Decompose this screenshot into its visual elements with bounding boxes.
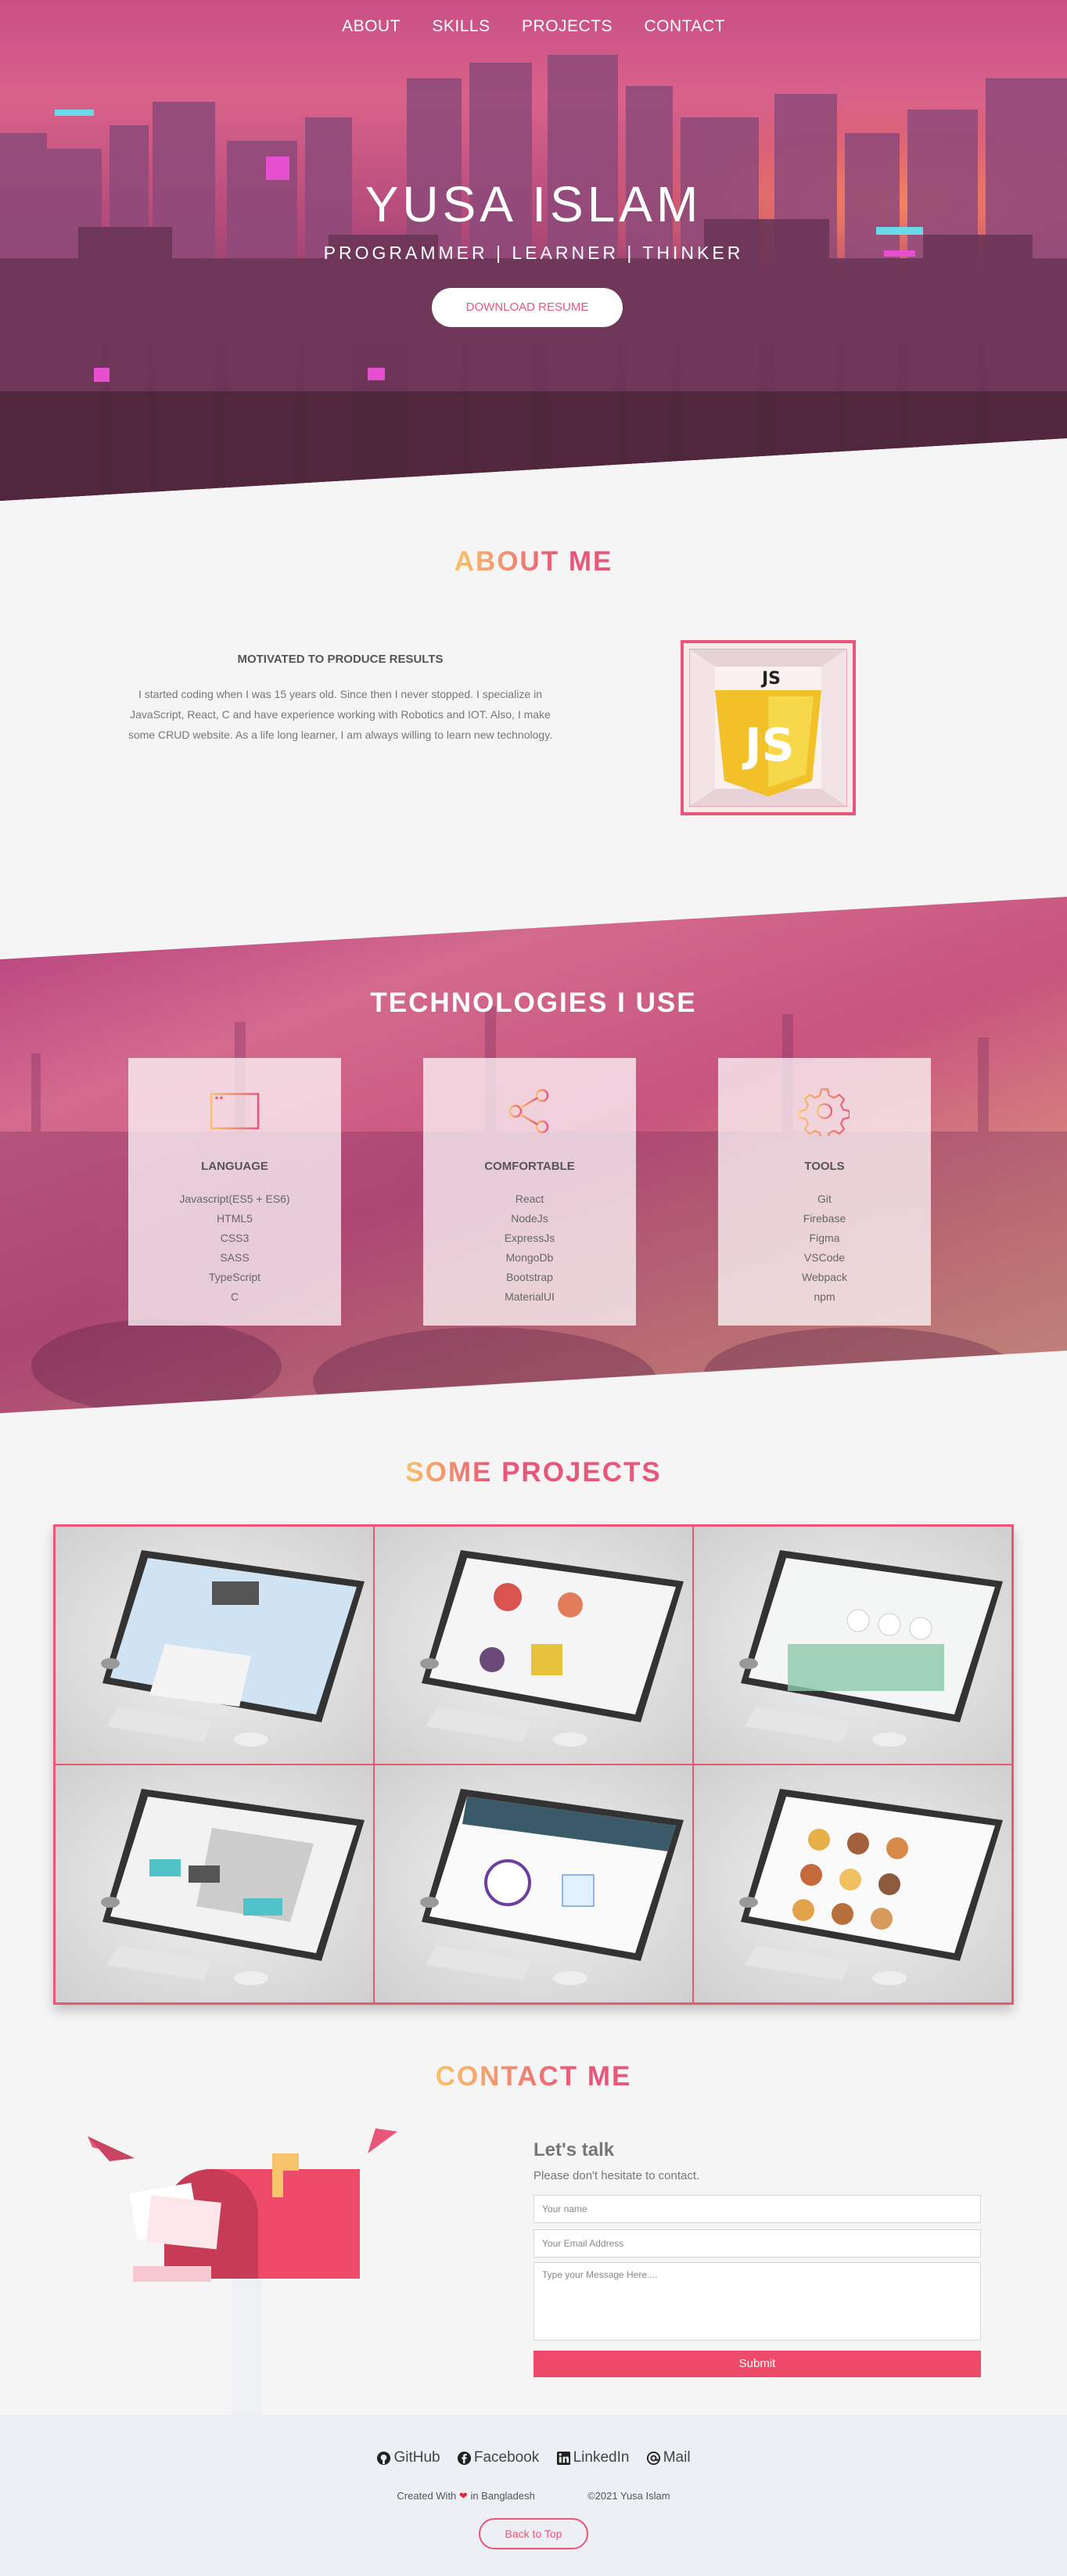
mail-link[interactable]: Mail [646, 2449, 691, 2466]
location-text: in Bangladesh [470, 2490, 535, 2502]
contact-title-second-word: ME [587, 2061, 632, 2092]
list-item: HTML5 [217, 1212, 253, 1225]
linkedin-icon [556, 2451, 570, 2465]
list-item: MaterialUI [505, 1290, 555, 1303]
hero-banner: ABOUT SKILLS PROJECTS CONTACT YUSA ISLAM… [0, 0, 1067, 501]
nav-about[interactable]: ABOUT [342, 17, 401, 35]
facebook-label: Facebook [473, 2449, 540, 2466]
project-thumbnail[interactable] [55, 1765, 374, 2003]
linkedin-label: LinkedIn [573, 2449, 630, 2466]
list-item: Firebase [803, 1212, 846, 1225]
list-item: CSS3 [220, 1232, 250, 1244]
project-thumbnail[interactable] [55, 1526, 374, 1765]
js-logo-text: JS [760, 669, 781, 689]
nav-contact[interactable]: CONTACT [645, 17, 725, 35]
project-thumbnail[interactable] [374, 1526, 693, 1765]
list-item: ExpressJs [504, 1232, 555, 1244]
copyright-text: ©2021 Yusa Islam [587, 2490, 670, 2502]
gear-icon [799, 1088, 850, 1136]
tech-card-tools: TOOLS Git Firebase Figma VSCode Webpack … [718, 1058, 931, 1326]
tech-card-title: LANGUAGE [201, 1160, 268, 1173]
hero-tagline: PROGRAMMER | LEARNER | THINKER [323, 243, 744, 263]
contact-title-first-word: CONTACT [435, 2061, 579, 2092]
list-item: npm [814, 1290, 835, 1303]
social-links: GitHub Facebook LinkedIn Mail [0, 2449, 1067, 2470]
top-nav: ABOUT SKILLS PROJECTS CONTACT [0, 17, 1067, 36]
list-item: Webpack [801, 1271, 848, 1283]
list-item: Figma [809, 1232, 840, 1244]
about-paragraph: I started coding when I was 15 years old… [128, 688, 553, 741]
about-title-first-word: ABOUT [454, 546, 560, 577]
email-input[interactable]: Your Email Address [534, 2229, 981, 2258]
projects-title-first-word: SOME [405, 1457, 493, 1488]
projects-title: SOME PROJECTS [0, 1457, 1067, 1488]
hero-name: YUSA ISLAM [365, 176, 702, 232]
project-thumbnail[interactable] [374, 1765, 693, 2003]
linkedin-link[interactable]: LinkedIn [556, 2449, 630, 2466]
tech-card-title: COMFORTABLE [484, 1160, 575, 1173]
tech-card-title: TOOLS [804, 1160, 845, 1173]
list-item: Bootstrap [506, 1271, 553, 1283]
mail-label: Mail [663, 2449, 691, 2466]
projects-grid [53, 1524, 1014, 2005]
message-textarea[interactable]: Type your Message Here.... [534, 2262, 981, 2340]
list-item: React [515, 1193, 544, 1205]
contact-subtext: Please don't hesitate to contact. [534, 2169, 700, 2182]
list-item: Git [817, 1193, 832, 1205]
tech-list: React NodeJs ExpressJs MongoDb Bootstrap… [423, 1189, 636, 1307]
download-resume-button[interactable]: DOWNLOAD RESUME [432, 288, 623, 327]
at-sign-icon [646, 2451, 660, 2465]
name-input[interactable]: Your name [534, 2195, 981, 2223]
github-icon [377, 2451, 391, 2465]
github-label: GitHub [393, 2449, 440, 2466]
about-title: ABOUT ME [0, 546, 1067, 577]
list-item: MongoDb [505, 1251, 554, 1264]
facebook-icon [457, 2451, 471, 2465]
list-item: VSCode [803, 1251, 846, 1264]
contact-heading: Let's talk [534, 2139, 615, 2160]
project-thumbnail[interactable] [693, 1526, 1012, 1765]
svg-text:JS: JS [742, 718, 794, 772]
nav-skills[interactable]: SKILLS [432, 17, 490, 35]
heart-icon: ❤ [458, 2490, 468, 2502]
back-to-top-button[interactable]: Back to Top [479, 2518, 588, 2549]
list-item: C [230, 1290, 239, 1303]
submit-button[interactable]: Submit [534, 2351, 981, 2377]
mailbox-illustration [88, 2128, 397, 2415]
list-item: Javascript(ES5 + ES6) [179, 1193, 290, 1205]
tech-list: Git Firebase Figma VSCode Webpack npm [718, 1189, 931, 1307]
share-icon [508, 1088, 549, 1134]
tech-card-comfortable: COMFORTABLE React NodeJs ExpressJs Mongo… [423, 1058, 636, 1326]
javascript-logo-image: JS JS [681, 640, 856, 815]
list-item: NodeJs [511, 1212, 548, 1225]
list-item: SASS [220, 1251, 250, 1264]
projects-title-second-word: PROJECTS [501, 1457, 662, 1488]
browser-window-icon [210, 1092, 260, 1130]
about-title-second-word: ME [568, 546, 613, 577]
created-with-text: Created With [397, 2490, 457, 2502]
facebook-link[interactable]: Facebook [457, 2449, 539, 2466]
list-item: TypeScript [208, 1271, 261, 1283]
github-link[interactable]: GitHub [376, 2449, 440, 2466]
contact-title: CONTACT ME [0, 2061, 1067, 2092]
tech-card-language: LANGUAGE Javascript(ES5 + ES6) HTML5 CSS… [128, 1058, 341, 1326]
footer-credits: Created With ❤ in Bangladesh ©2021 Yusa … [0, 2490, 1067, 2502]
technologies-title: TECHNOLOGIES I USE [370, 988, 697, 1018]
about-subtitle: MOTIVATED TO PRODUCE RESULTS [237, 653, 444, 666]
tech-list: Javascript(ES5 + ES6) HTML5 CSS3 SASS Ty… [128, 1189, 341, 1307]
nav-projects[interactable]: PROJECTS [522, 17, 613, 35]
project-thumbnail[interactable] [693, 1765, 1012, 2003]
